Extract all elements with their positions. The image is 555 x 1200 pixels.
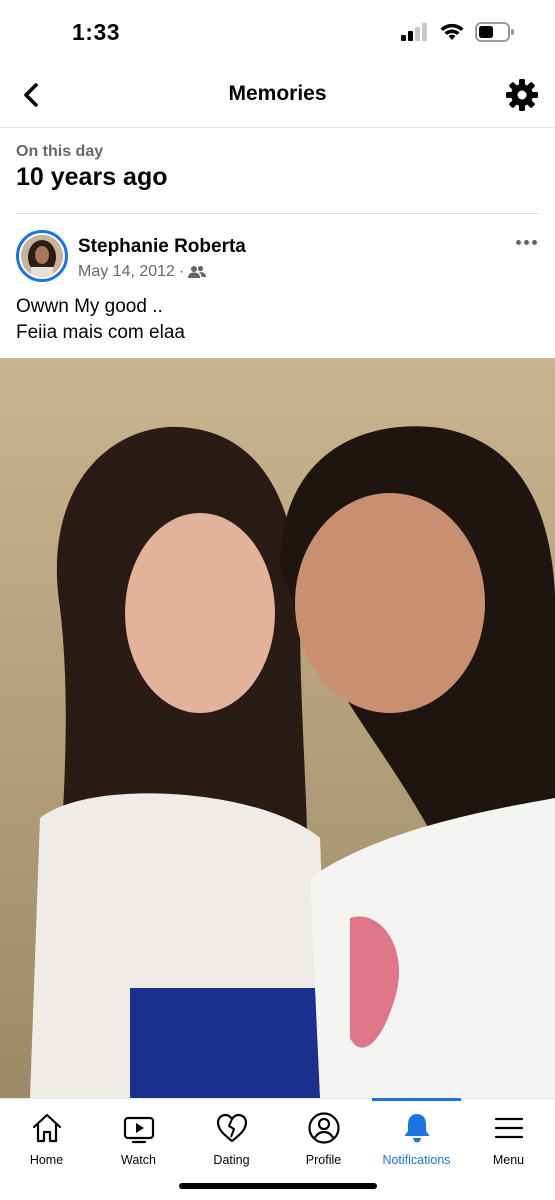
tab-label: Profile <box>305 1153 342 1167</box>
nav-bar: Memories <box>0 62 555 128</box>
post-header: Stephanie Roberta May 14, 2012 · <box>0 226 555 286</box>
status-time: 1:33 <box>72 19 121 45</box>
profile-icon <box>307 1112 340 1144</box>
divider <box>16 213 539 214</box>
post-text: Owwn My good .. Feiia mais com elaa <box>16 294 185 346</box>
post-text-line: Feiia mais com elaa <box>16 322 185 343</box>
tab-home[interactable]: Home <box>0 1099 93 1179</box>
bell-icon <box>404 1114 429 1143</box>
tab-menu[interactable]: Menu <box>462 1099 555 1179</box>
post-meta: May 14, 2012 · <box>78 263 207 281</box>
page-title: Memories <box>228 82 327 105</box>
tab-label: Watch <box>121 1153 156 1167</box>
menu-icon <box>494 1117 523 1139</box>
dating-heart-icon <box>216 1113 247 1143</box>
home-indicator <box>179 1183 377 1189</box>
post-date[interactable]: May 14, 2012 <box>78 263 175 281</box>
home-icon <box>32 1113 61 1143</box>
tab-watch[interactable]: Watch <box>92 1099 185 1179</box>
tab-profile[interactable]: Profile <box>277 1099 370 1179</box>
status-bar: 1:33 <box>0 0 555 62</box>
settings-button[interactable] <box>503 76 541 114</box>
memory-label: On this day <box>16 143 104 160</box>
gear-icon <box>506 79 538 111</box>
post-author[interactable]: Stephanie Roberta <box>78 236 246 258</box>
memory-heading: 10 years ago <box>16 163 168 191</box>
meta-separator: · <box>178 263 185 280</box>
avatar-photo <box>21 235 63 277</box>
tab-label: Home <box>29 1153 64 1167</box>
tab-label: Dating <box>213 1153 250 1167</box>
tab-label: Notifications <box>382 1153 451 1167</box>
battery-icon <box>475 22 514 42</box>
watch-icon <box>123 1116 154 1144</box>
wifi-icon <box>440 23 464 40</box>
signal-icon <box>401 23 427 41</box>
post-text-line: Owwn My good .. <box>16 296 163 317</box>
post-photo[interactable] <box>0 358 555 1098</box>
tab-notifications[interactable]: Notifications <box>370 1098 463 1179</box>
tab-label: Menu <box>492 1153 525 1167</box>
friends-icon <box>188 265 207 278</box>
tab-dating[interactable]: Dating <box>185 1099 278 1179</box>
status-icons <box>401 22 515 42</box>
avatar[interactable] <box>16 230 68 282</box>
more-horizontal-icon <box>515 239 521 245</box>
more-options-button[interactable] <box>511 232 541 252</box>
